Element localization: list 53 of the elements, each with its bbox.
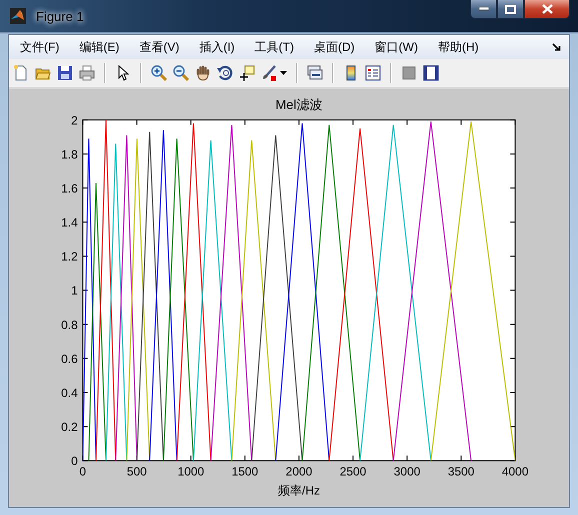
data-cursor-icon[interactable]: [239, 65, 255, 81]
rotate-icon[interactable]: [217, 65, 233, 81]
app-icon: [10, 8, 26, 24]
menu-item[interactable]: 窗口(W): [368, 36, 425, 58]
tick-label: 1.6: [61, 182, 78, 196]
link-icon[interactable]: [307, 65, 323, 81]
menu-item[interactable]: 查看(V): [132, 36, 186, 58]
hand-icon[interactable]: [195, 65, 211, 81]
legend-icon[interactable]: [365, 65, 381, 81]
maximize-icon: [505, 4, 516, 14]
menu-item[interactable]: 工具(T): [248, 36, 301, 58]
tick-label: 1.4: [61, 216, 78, 230]
brush-icon[interactable]: [261, 65, 277, 81]
chart-title: Mel滤波: [276, 96, 322, 112]
tick-label: 3000: [394, 464, 420, 479]
tick-label: 2500: [340, 464, 366, 479]
close-icon: [542, 4, 552, 14]
tick-label: 3500: [448, 464, 474, 479]
dock-arrow-icon[interactable]: [552, 42, 561, 52]
tick-label: 1000: [178, 464, 204, 479]
tick-label: 0.4: [61, 386, 78, 400]
tick-label: 1.2: [61, 250, 78, 264]
tick-label: 500: [126, 464, 147, 479]
tick-label: 2000: [286, 464, 312, 479]
tick-label: 0.2: [61, 420, 78, 434]
menu-item[interactable]: 编辑(E): [72, 36, 126, 58]
new-file-icon[interactable]: [13, 65, 29, 81]
tick-label: 0.6: [61, 352, 78, 366]
tick-label: 4000: [502, 464, 528, 479]
minimize-icon: [478, 7, 488, 11]
close-button[interactable]: [524, 0, 570, 19]
caret-icon[interactable]: [280, 71, 287, 75]
minimize-button[interactable]: [470, 0, 497, 19]
maximize-button[interactable]: [497, 0, 524, 19]
tick-label: 1: [71, 284, 78, 298]
axis-label: 频率/Hz: [278, 484, 320, 498]
tick-label: 1.8: [61, 147, 78, 162]
zoom-out-icon[interactable]: [173, 65, 189, 81]
tick-label: 0: [79, 464, 86, 479]
tick-label: 0: [71, 454, 78, 468]
window-icon[interactable]: [423, 65, 439, 81]
zoom-in-icon[interactable]: [151, 65, 167, 81]
window-title: Figure 1: [35, 8, 85, 24]
menu-item[interactable]: 桌面(D): [306, 36, 362, 58]
tick-label: 0.8: [61, 318, 78, 332]
menu-item[interactable]: 帮助(H): [430, 36, 486, 58]
square-icon[interactable]: [401, 65, 417, 81]
menu-item[interactable]: 文件(F): [13, 36, 66, 58]
tick-label: 1500: [232, 464, 258, 479]
tick-label: 2: [71, 113, 78, 128]
print-icon[interactable]: [79, 65, 95, 81]
save-icon[interactable]: [57, 65, 73, 81]
menu-item[interactable]: 插入(I): [192, 36, 242, 58]
